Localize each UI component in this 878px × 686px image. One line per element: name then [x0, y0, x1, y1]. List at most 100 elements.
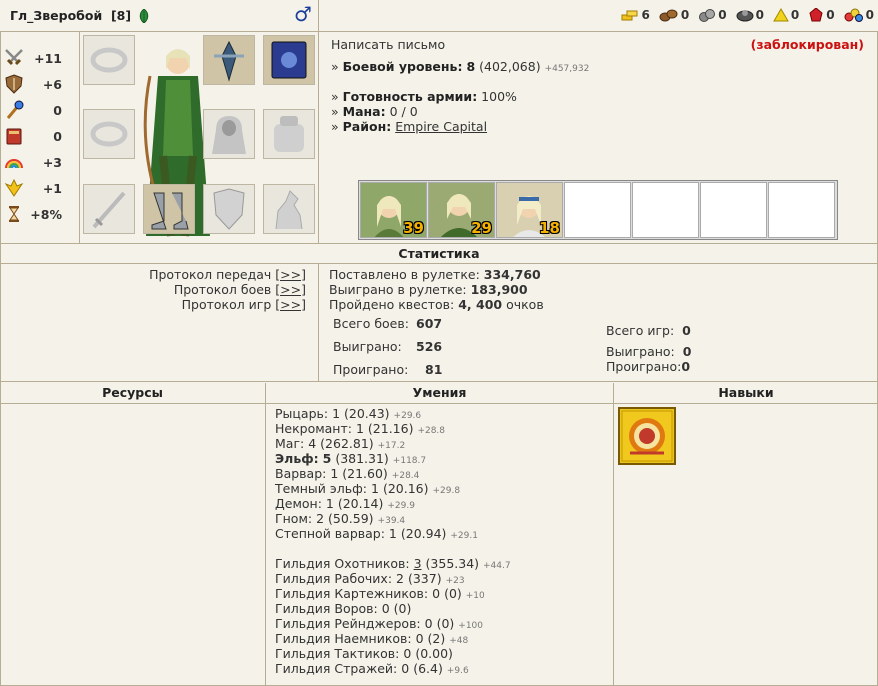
skill-name: Эльф: — [275, 451, 319, 466]
sword-icon — [92, 191, 126, 229]
stat-attack-value: +11 — [34, 50, 62, 66]
protocol-games: Протокол игр [>>] — [181, 297, 306, 312]
army-slot-2[interactable]: 29 — [428, 182, 495, 238]
cloak-slot[interactable] — [203, 109, 255, 159]
skill-level: 1 — [371, 481, 379, 496]
mount-slot[interactable] — [263, 184, 315, 234]
resource-gold: 6 — [621, 8, 650, 22]
protocol-games-link[interactable]: [>>] — [275, 297, 306, 312]
skill-points: (262.81) — [320, 436, 374, 451]
stat-magic-power: 0 — [4, 99, 76, 121]
skill-level: 0 — [381, 601, 390, 616]
skill-row: Степной варвар: 1 (20.94) +29.1 — [275, 526, 478, 541]
battles-won-value: 526 — [416, 339, 443, 354]
skill-points: (337) — [407, 571, 442, 586]
combat-level-line: » Боевой уровень: 8 (402,068) +457,932 — [331, 59, 590, 74]
clan-leaf-icon[interactable] — [139, 8, 149, 26]
skill-points: (50.59) — [328, 511, 374, 526]
amulet-slot[interactable] — [203, 35, 255, 85]
stat-attack: +11 — [4, 47, 76, 69]
resource-crystal: 0 — [808, 8, 835, 22]
skill-row: Рыцарь: 1 (20.43) +29.6 — [275, 406, 421, 421]
player-name[interactable]: Гл_Зверобой [8] — [10, 8, 131, 23]
skill-level: 0 — [401, 661, 410, 676]
ring-slot-2[interactable] — [83, 109, 135, 159]
skill-level: 4 — [308, 436, 317, 451]
skill-level: 1 — [332, 406, 341, 421]
sulfur-value: 0 — [790, 8, 800, 22]
resources-bar: 6 0 0 0 0 0 0 — [615, 8, 874, 22]
skill-delta: +29.1 — [450, 531, 478, 541]
write-letter-link[interactable]: Написать письмо — [331, 37, 445, 52]
skill-points: (0) — [436, 616, 455, 631]
skill-level: 0 — [424, 616, 433, 631]
blocked-status: (заблокирован) — [750, 37, 864, 52]
skill-row: Маг: 4 (262.81) +17.2 — [275, 436, 405, 451]
skill-points: (381.31) — [335, 451, 389, 466]
boots-icon — [151, 192, 189, 230]
backpack-slot[interactable] — [263, 109, 315, 159]
protocol-transfers-link[interactable]: [>>] — [275, 267, 306, 282]
protocol-battles-link[interactable]: [>>] — [275, 282, 306, 297]
ring-slot-1[interactable] — [83, 35, 135, 85]
book-slot[interactable] — [263, 35, 315, 85]
stat-initiative: +8% — [4, 203, 76, 225]
resource-gems: 0 — [844, 8, 874, 22]
wood-icon — [659, 9, 678, 22]
skill-delta: +29.6 — [393, 411, 422, 421]
skill-level[interactable]: 3 — [414, 556, 422, 571]
header-bar: Гл_Зверобой [8] ♂ 6 0 0 0 0 0 0 — [0, 0, 878, 32]
stat-luck: +3 — [4, 151, 76, 173]
attack-icon — [5, 49, 23, 66]
ore-value: 0 — [718, 8, 727, 22]
skill-level: 0 — [415, 631, 424, 646]
amulet-icon — [214, 40, 244, 82]
sun-emblem-icon — [621, 410, 673, 462]
skill-points: (20.14) — [337, 496, 384, 511]
army-slot-4[interactable] — [564, 182, 631, 238]
mercury-icon — [736, 10, 754, 22]
skill-row: Некромант: 1 (21.16) +28.8 — [275, 421, 445, 436]
resource-wood: 0 — [659, 8, 689, 22]
skill-points: (0) — [444, 586, 462, 601]
skill-delta: +118.7 — [392, 456, 427, 466]
district-link[interactable]: Empire Capital — [395, 119, 487, 134]
skill-level: 5 — [322, 451, 332, 466]
army-slot-7[interactable] — [768, 182, 835, 238]
skill-points: (0) — [393, 601, 412, 616]
army-slot-5[interactable] — [632, 182, 699, 238]
games-lost: Проиграно:0 — [606, 359, 691, 374]
spellbook-icon — [271, 41, 307, 79]
guild-row: Гильдия Наемников: 0 (2) +48 — [275, 631, 468, 646]
mana-line: » Мана: 0 / 0 — [331, 104, 418, 119]
district-line: » Район: Empire Capital — [331, 119, 488, 134]
skill-delta: +29.9 — [387, 501, 415, 511]
battles-total-value: 607 — [416, 316, 443, 331]
stat-defense-value: +6 — [42, 76, 62, 92]
resource-sulfur: 0 — [773, 8, 799, 22]
shield-slot[interactable] — [203, 184, 255, 234]
army-slot-3[interactable]: 18 — [496, 182, 563, 238]
talent-badge[interactable] — [618, 407, 676, 465]
magic-power-icon — [6, 100, 24, 119]
skill-name: Гильдия Картежников: — [275, 586, 429, 601]
backpack-icon — [274, 116, 304, 152]
weapon-slot[interactable] — [83, 184, 135, 234]
roulette-bet: Поставлено в рулетке: 334,760 — [329, 267, 541, 282]
quests-completed: Пройдено квестов: 4, 400 очков — [329, 297, 544, 312]
sections-body: Рыцарь: 1 (20.43) +29.6 Некромант: 1 (21.… — [0, 404, 878, 686]
skill-delta: +29.8 — [432, 486, 461, 496]
skill-name: Некромант: — [275, 421, 352, 436]
stat-defense: +6 — [4, 73, 76, 95]
skill-delta: +10 — [465, 591, 485, 601]
skill-delta: +44.7 — [483, 561, 511, 571]
battles-lost-value: 81 — [425, 362, 443, 377]
boots-slot[interactable] — [143, 184, 195, 234]
protocol-transfers: Протокол передач [>>] — [149, 267, 306, 282]
initiative-icon — [9, 206, 19, 222]
horse-icon — [275, 190, 303, 230]
army-slot-1[interactable]: 39 — [360, 182, 427, 238]
skill-delta: +17.2 — [377, 441, 406, 451]
army-slot-6[interactable] — [700, 182, 767, 238]
guild-row: Гильдия Картежников: 0 (0) +10 — [275, 586, 485, 601]
